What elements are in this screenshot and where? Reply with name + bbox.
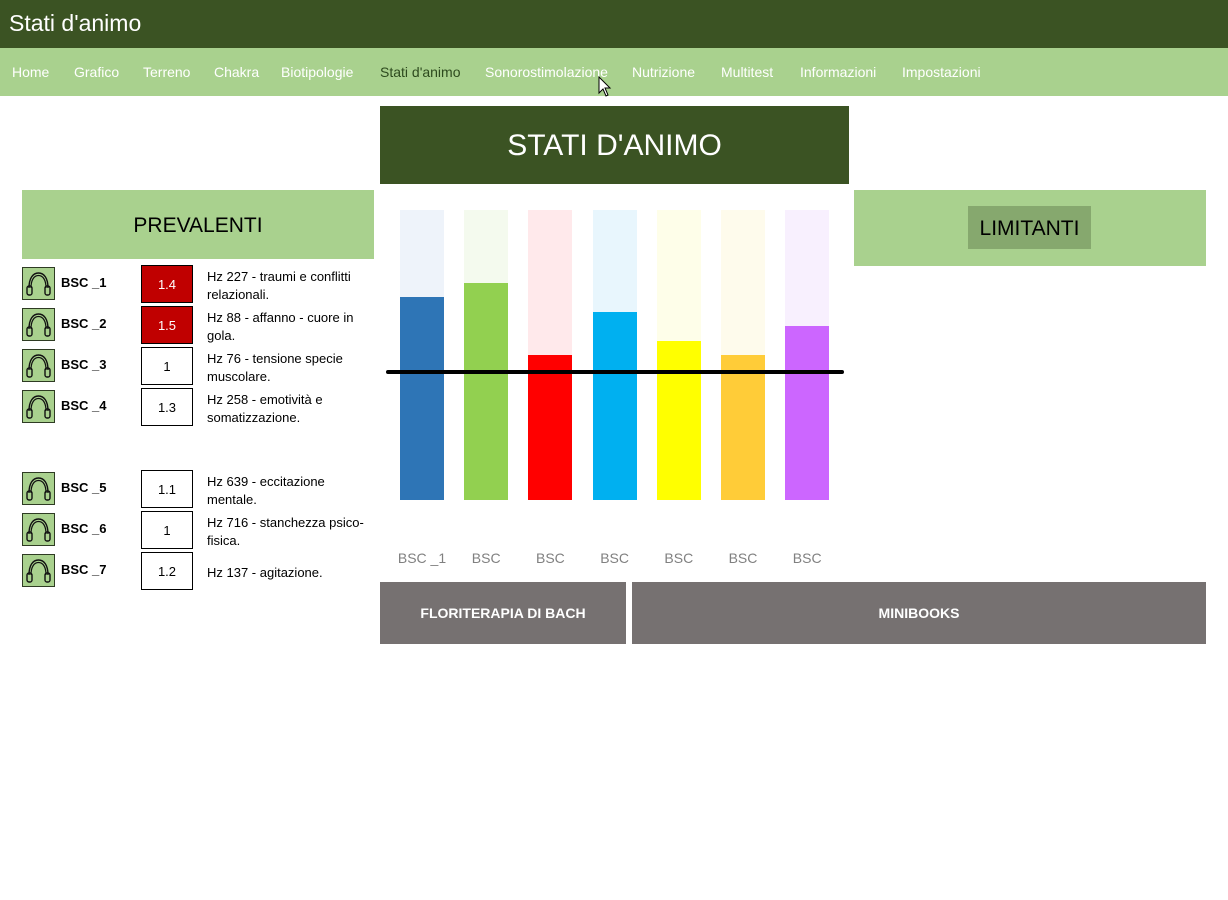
bsc-description: Hz 639 - eccitazione mentale.	[207, 474, 325, 507]
nav-biotipologie[interactable]: Biotipologie	[281, 64, 353, 80]
mouse-cursor-icon	[598, 76, 612, 97]
bar	[528, 355, 573, 500]
prevalenti-header: PREVALENTI	[22, 190, 374, 259]
bsc-value: 1.3	[141, 388, 193, 426]
nav-stati-d-animo[interactable]: Stati d'animo	[380, 64, 461, 80]
bsc-value: 1.5	[141, 306, 193, 344]
bsc-code: BSC _7	[61, 562, 107, 577]
limitanti-button[interactable]: LIMITANTI	[968, 206, 1091, 249]
bsc-value: 1.1	[141, 470, 193, 508]
headphones-icon[interactable]	[22, 349, 55, 382]
bar-label: BSC	[600, 550, 629, 566]
bar	[400, 297, 444, 500]
title-bar: Stati d'animo	[0, 0, 1228, 48]
bsc-value: 1	[141, 347, 193, 385]
window-title: Stati d'animo	[9, 10, 142, 36]
headphones-icon[interactable]	[22, 390, 55, 423]
bsc-code: BSC _3	[61, 357, 107, 372]
headphones-icon[interactable]	[22, 513, 55, 546]
nav-home[interactable]: Home	[12, 64, 49, 80]
bar	[656, 340, 701, 500]
list-item: BSC _4 1.3 Hz 258 - emotività e somatizz…	[22, 388, 377, 426]
list-item: BSC _7 1.2 Hz 137 - agitazione.	[22, 552, 377, 590]
nav-sonorostimolazione[interactable]: Sonorostimolazione	[485, 64, 608, 80]
bsc-value: 1	[141, 511, 193, 549]
list-item: BSC _5 1.1 Hz 639 - eccitazione mentale.	[22, 470, 377, 508]
bar	[464, 282, 509, 500]
bsc-code: BSC _5	[61, 480, 107, 495]
bar-label: BSC	[471, 550, 501, 566]
floriterapia-button[interactable]: FLORITERAPIA DI BACH	[380, 582, 626, 644]
bsc-code: BSC _6	[61, 521, 107, 536]
list-item: BSC _1 1.4 Hz 227 - traumi e conflitti r…	[22, 265, 377, 303]
bsc-description: Hz 716 - stanchezza psico-fisica.	[207, 515, 364, 548]
bsc-description: Hz 227 - traumi e conflitti relazionali.	[207, 269, 351, 302]
headphones-icon[interactable]	[22, 308, 55, 341]
bar-label: BSC	[535, 550, 565, 566]
minibooks-button[interactable]: MINIBOOKS	[632, 582, 1206, 644]
bar-label: BSC _1	[397, 550, 447, 566]
nav-impostazioni[interactable]: Impostazioni	[902, 64, 981, 80]
limitanti-panel: LIMITANTI	[854, 190, 1206, 266]
bar	[592, 311, 637, 500]
nav-informazioni[interactable]: Informazioni	[800, 64, 876, 80]
list-item: BSC _6 1 Hz 716 - stanchezza psico-fisic…	[22, 511, 377, 549]
bar	[785, 326, 830, 500]
nav-bar: Home Grafico Terreno Chakra Biotipologie…	[0, 48, 1228, 142]
nav-chakra[interactable]: Chakra	[214, 64, 259, 80]
bsc-description: Hz 88 - affanno - cuore in gola.	[207, 310, 354, 343]
threshold-line	[386, 370, 844, 375]
bsc-description: Hz 258 - emotività e somatizzazione.	[207, 392, 323, 425]
mood-bar-chart: BSC _1 BSC BSC BSC BSC BSC BSC	[380, 190, 849, 580]
bar	[721, 355, 765, 500]
nav-nutrizione[interactable]: Nutrizione	[632, 64, 695, 80]
bsc-value: 1.2	[141, 552, 193, 590]
headphones-icon[interactable]	[22, 472, 55, 505]
page-title: STATI D'ANIMO	[380, 106, 849, 184]
bar-label: BSC	[728, 550, 758, 566]
bar-label: BSC	[664, 550, 694, 566]
bsc-description: Hz 137 - agitazione.	[207, 565, 323, 580]
bsc-code: BSC _1	[61, 275, 107, 290]
list-item: BSC _3 1 Hz 76 - tensione specie muscola…	[22, 347, 377, 385]
bsc-value: 1.4	[141, 265, 193, 303]
bar-label: BSC	[792, 550, 822, 566]
headphones-icon[interactable]	[22, 554, 55, 587]
nav-grafico[interactable]: Grafico	[74, 64, 119, 80]
bsc-description: Hz 76 - tensione specie muscolare.	[207, 351, 343, 384]
nav-multitest[interactable]: Multitest	[721, 64, 773, 80]
headphones-icon[interactable]	[22, 267, 55, 300]
bsc-code: BSC _4	[61, 398, 107, 413]
bsc-code: BSC _2	[61, 316, 107, 331]
list-item: BSC _2 1.5 Hz 88 - affanno - cuore in go…	[22, 306, 377, 344]
nav-terreno[interactable]: Terreno	[143, 64, 190, 80]
